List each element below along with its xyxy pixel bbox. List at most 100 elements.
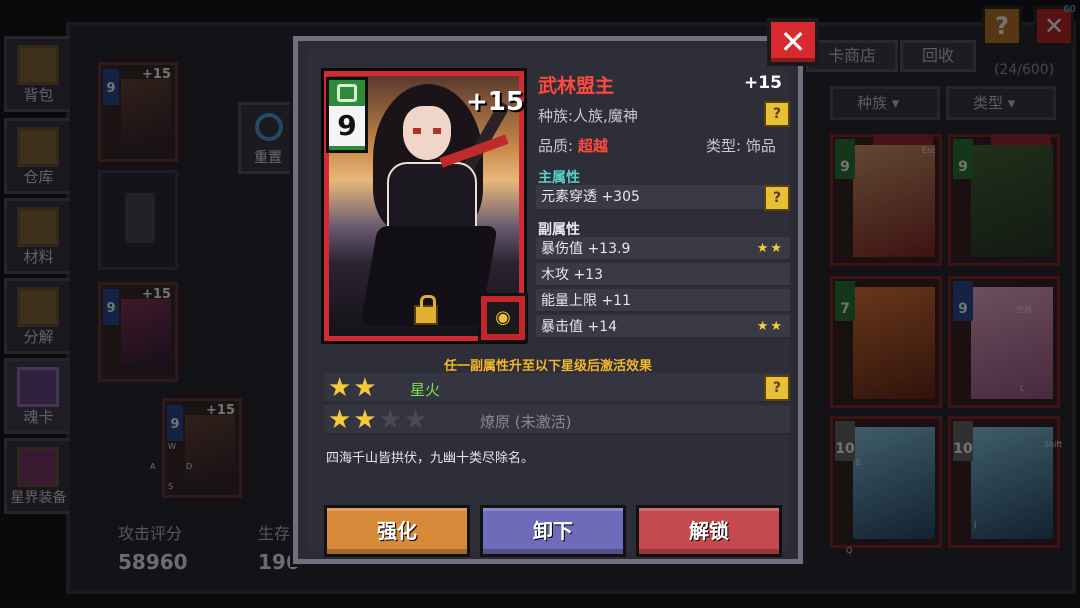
key-hint: E — [856, 458, 862, 467]
card-quality: 品质: 超越 — [538, 135, 608, 156]
card-art — [971, 145, 1053, 257]
tab-warehouse[interactable]: 仓库 — [4, 118, 70, 194]
card-race: 种族:人族,魔神 — [538, 107, 638, 125]
activate-tip: 任一副属性升至以下星级后激活效果 — [443, 359, 652, 374]
unlock-button[interactable]: 解锁 — [636, 505, 782, 557]
card-name-level: +15 — [744, 73, 782, 93]
grid-card[interactable]: 10 — [830, 416, 942, 548]
card-name: 武林盟主 — [538, 75, 615, 97]
card-art — [853, 145, 935, 257]
main-attr-help-icon[interactable]: ? — [764, 185, 790, 211]
backpack-icon — [17, 45, 59, 85]
star-icon: ★★ — [378, 405, 430, 435]
help-button[interactable]: ? — [982, 6, 1022, 46]
card-art — [853, 427, 935, 539]
sub-attr-text: 暴击值 +14 — [541, 319, 617, 335]
effect-row: ★★ 星火 — [324, 373, 790, 403]
refresh-icon — [255, 113, 283, 141]
star-icon: ★★ — [328, 405, 379, 435]
card-shop-button[interactable]: 卡商店 — [806, 40, 898, 72]
attack-value: 58960 — [118, 550, 188, 574]
key-hint: Esc — [922, 146, 936, 155]
card-level: 9 — [103, 69, 119, 105]
key-hint: Q — [846, 546, 853, 555]
card-level: 9 — [953, 281, 973, 321]
tab-label: 分解 — [23, 328, 54, 346]
key-hint: A — [150, 462, 156, 471]
card-level: 9 — [835, 139, 855, 179]
series-tag — [873, 135, 933, 145]
chest-icon — [17, 127, 59, 167]
sub-attr-row: 能量上限 +11 — [536, 289, 790, 313]
recycle-button[interactable]: 回收 — [900, 40, 976, 72]
card-art — [971, 427, 1053, 539]
key-hint: Shift — [1044, 440, 1063, 449]
tab-soul-card[interactable]: 魂卡 — [4, 358, 70, 434]
grid-card[interactable]: 7 — [830, 276, 942, 408]
reset-button[interactable]: 重置 — [238, 102, 298, 174]
card-icon — [17, 367, 59, 407]
effect-help-icon[interactable]: ? — [764, 375, 790, 401]
card-level-badge: 9 — [326, 77, 368, 153]
card-level: 10 — [835, 421, 855, 461]
crown-icon — [337, 84, 357, 102]
main-attr-title: 主属性 — [538, 170, 580, 186]
tab-astral-gear[interactable]: 星界装备 — [4, 438, 70, 514]
effect-row: ★★★★ 燎原 (未激活) — [324, 405, 790, 435]
tab-label: 背包 — [23, 86, 54, 104]
tab-label: 魂卡 — [23, 408, 54, 426]
unequip-button[interactable]: 卸下 — [480, 505, 626, 557]
tab-backpack[interactable]: 背包 — [4, 36, 70, 112]
equipped-card-slot[interactable]: 9 +15 — [98, 62, 178, 162]
race-filter-label: 种族 — [857, 94, 888, 112]
info-help-icon[interactable]: ? — [764, 101, 790, 127]
card-art — [121, 299, 171, 365]
type-filter[interactable]: 类型 ▾ — [946, 86, 1056, 120]
key-hint: W — [168, 442, 176, 451]
grid-card[interactable]: 9 — [948, 134, 1060, 266]
tab-decompose[interactable]: 分解 — [4, 278, 70, 354]
main-attr: 元素穿透 +305 — [536, 185, 790, 211]
card-type: 类型: 饰品 — [706, 137, 776, 155]
card-art — [971, 287, 1053, 399]
eye — [433, 128, 441, 134]
anvil-icon — [17, 287, 59, 327]
race-filter[interactable]: 种族 ▾ — [830, 86, 940, 120]
sub-attr-title: 副属性 — [538, 222, 580, 238]
tab-materials[interactable]: 材料 — [4, 198, 70, 274]
effect-stars: ★★★★ — [328, 407, 429, 433]
tab-label: 仓库 — [23, 168, 54, 186]
close-button[interactable]: ✕ — [767, 18, 819, 66]
grid-card[interactable]: 9 — [948, 276, 1060, 408]
torso — [387, 162, 477, 232]
key-hint: J — [974, 520, 977, 529]
modal-body: 9 +15 ◉ 武林盟主 +15 种族:人族,魔神 ? 品质: 超越 类型: 饰… — [306, 49, 790, 557]
grid-card[interactable]: 10 — [948, 416, 1060, 548]
inventory-count: (24/600) — [994, 62, 1055, 78]
card-art — [121, 79, 171, 145]
lock-icon[interactable] — [414, 295, 438, 325]
effect-name: 燎原 (未激活) — [480, 413, 572, 431]
equipped-card-slot[interactable]: 9 +15 — [98, 282, 178, 382]
face — [403, 106, 451, 160]
quality-label: 品质: — [538, 137, 574, 155]
card-art — [185, 415, 235, 481]
key-hint: 空格 — [1016, 305, 1032, 314]
survive-label: 生存 — [258, 524, 291, 543]
key-hint: D — [186, 462, 193, 471]
enhance-button[interactable]: 强化 — [324, 505, 470, 557]
sub-attr-text: 能量上限 +11 — [541, 293, 631, 309]
empty-slot[interactable] — [98, 170, 178, 270]
star-icon: ★★ — [756, 241, 784, 256]
shield-icon — [125, 193, 155, 243]
sub-attr-text: 木攻 +13 — [541, 267, 603, 283]
card-art — [853, 287, 935, 399]
effect-description: 四海千山皆拱伏，九幽十类尽除名。 — [326, 451, 535, 466]
attack-label: 攻击评分 — [118, 524, 183, 543]
card-detail-modal: 9 +15 ◉ 武林盟主 +15 种族:人族,魔神 ? 品质: 超越 类型: 饰… — [293, 36, 803, 564]
sub-attr-text: 暴伤值 +13.9 — [541, 241, 631, 257]
star-icon: ★★ — [328, 373, 379, 403]
star-icon: ★★ — [756, 319, 784, 334]
reset-label: 重置 — [254, 150, 282, 166]
series-tag — [991, 135, 1051, 145]
